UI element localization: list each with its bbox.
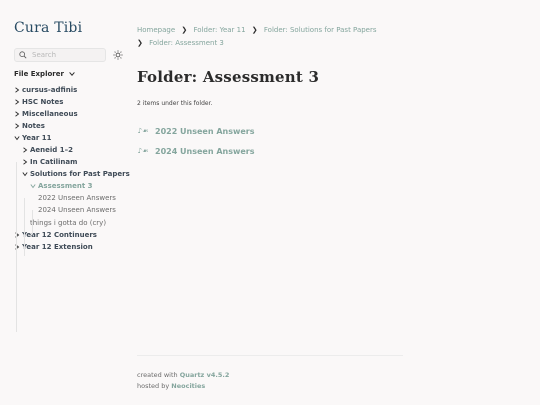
tree-folder-miscellaneous[interactable]: Miscellaneous [14,108,124,120]
folder-label-active: Assessment 3 [38,182,93,190]
folder-label: Year 11 [22,134,52,142]
tree-folder-year-12-continuers[interactable]: Year 12 Continuers [14,229,124,241]
search-placeholder: Search [32,51,57,59]
tree-guide-year-11 [16,162,17,332]
tree-guide-assessment [32,210,33,234]
chevron-right-icon [14,111,20,117]
folder-label: cursus-adfinis [22,86,78,94]
sun-icon [113,50,123,60]
chevron-right-icon [14,244,20,250]
folder-item-label: 2022 Unseen Answers [155,126,255,136]
file-label: things i gotta do (cry) [30,219,107,227]
footer: created with Quartz v4.5.2 hosted by Neo… [137,355,403,392]
folder-item-2022-unseen-answers[interactable]: ♪☙ 2022 Unseen Answers [137,121,407,141]
neocities-link[interactable]: Neocities [171,382,205,390]
folder-label: HSC Notes [22,98,64,106]
footer-created-line: created with Quartz v4.5.2 [137,370,403,381]
page-title: Folder: Assessment 3 [137,68,320,86]
tree-folder-cursus-adfinis[interactable]: cursus-adfinis [14,84,124,96]
folder-items-list: ♪☙ 2022 Unseen Answers ♪☙ 2024 Unseen An… [137,121,407,161]
tree-folder-solutions-for-past-papers[interactable]: Solutions for Past Papers [14,168,130,180]
breadcrumb-separator: ❯ [181,26,188,34]
tree-file-things-i-gotta-do[interactable]: things i gotta do (cry) [14,217,124,229]
main-content: Homepage ❯ Folder: Year 11 ❯ Folder: Sol… [137,24,407,161]
folder-label: Notes [22,122,45,130]
file-explorer-title: File Explorer [14,70,64,78]
breadcrumb-separator: ❯ [251,26,258,34]
chevron-down-icon [14,135,20,141]
breadcrumb-separator: ❯ [137,39,143,47]
folder-label: Solutions for Past Papers [30,170,130,178]
footer-hosted-line: hosted by Neocities [137,381,403,392]
file-label: 2024 Unseen Answers [38,206,116,214]
chevron-right-icon [14,123,20,129]
breadcrumb: Homepage ❯ Folder: Year 11 ❯ Folder: Sol… [137,24,407,50]
chevron-down-icon [22,171,28,177]
chevron-right-icon [14,99,20,105]
chevron-right-icon [22,159,28,165]
folder-label: Year 12 Extension [22,243,93,251]
folder-item-2024-unseen-answers[interactable]: ♪☙ 2024 Unseen Answers [137,141,407,161]
tree-guide-solutions [24,198,25,256]
quartz-link[interactable]: Quartz v4.5.2 [180,371,230,379]
tree-folder-assessment-3[interactable]: Assessment 3 [14,180,124,192]
tree-folder-hsc-notes[interactable]: HSC Notes [14,96,124,108]
search-icon [19,51,27,59]
breadcrumb-year-11[interactable]: Folder: Year 11 [194,26,246,34]
chevron-down-icon [69,72,75,76]
site-title[interactable]: Cura Tibi [14,20,126,36]
footer-created-with: created with [137,371,178,379]
breadcrumb-solutions[interactable]: Folder: Solutions for Past Papers [264,26,377,34]
chevron-right-icon [14,87,20,93]
chevron-right-icon [22,147,28,153]
file-tree: cursus-adfinis HSC Notes Miscellaneous N… [14,84,130,332]
folder-item-label: 2024 Unseen Answers [155,146,255,156]
breadcrumb-assessment-3[interactable]: Folder: Assessment 3 [149,39,224,47]
folder-label: Year 12 Continuers [22,231,97,239]
note-glyph-icon: ♪☙ [137,127,149,135]
tree-folder-year-12-extension[interactable]: Year 12 Extension [14,241,124,253]
breadcrumb-homepage[interactable]: Homepage [137,26,175,34]
folder-label: Aeneid 1–2 [30,146,73,154]
tree-folder-in-catilinam[interactable]: In Catilinam [14,156,124,168]
search-box[interactable]: Search [14,48,106,62]
chevron-right-icon [14,232,20,238]
search-row: Search [14,48,124,62]
folder-label: In Catilinam [30,158,78,166]
folder-label: Miscellaneous [22,110,78,118]
note-glyph-icon: ♪☙ [137,147,149,155]
chevron-down-icon [30,183,36,189]
tree-file-2022-unseen-answers[interactable]: 2022 Unseen Answers [14,192,124,204]
file-explorer-toggle[interactable]: File Explorer [14,70,76,78]
tree-file-2024-unseen-answers[interactable]: 2024 Unseen Answers [14,204,124,216]
tree-folder-notes[interactable]: Notes [14,120,124,132]
tree-folder-year-11[interactable]: Year 11 [14,132,124,144]
tree-folder-aeneid[interactable]: Aeneid 1–2 [14,144,124,156]
footer-hosted-by: hosted by [137,382,170,390]
sidebar: Cura Tibi Search File Explorer cursus-ad… [14,20,130,332]
file-label: 2022 Unseen Answers [38,194,116,202]
folder-item-count: 2 items under this folder. [137,100,213,107]
theme-toggle-button[interactable] [112,49,124,61]
